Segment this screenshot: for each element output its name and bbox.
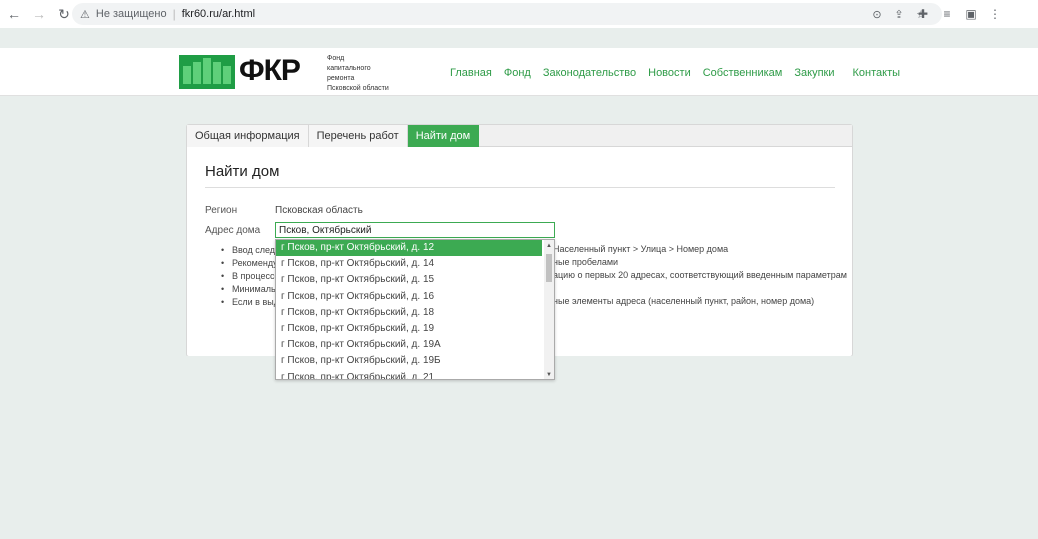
security-label[interactable]: Не защищено	[96, 8, 167, 20]
hint-tail: ацию о первых 20 адресах, соответствующи…	[553, 270, 847, 280]
dropdown-scrollbar[interactable]: ▲ ▼	[544, 240, 554, 379]
site-header: ФКР Фонд капитального ремонта Псковской …	[0, 48, 1038, 96]
install-icon[interactable]: ⊙	[868, 6, 886, 22]
scrollbar-thumb[interactable]	[546, 254, 552, 282]
main-nav: Главная Фонд Законодательство Новости Со…	[450, 67, 900, 79]
scroll-up-icon[interactable]: ▲	[546, 243, 552, 249]
logo-text[interactable]: ФКР	[239, 54, 301, 88]
region-value: Псковская область	[275, 205, 363, 216]
region-label: Регион	[205, 205, 238, 216]
nav-link-owners[interactable]: Собственникам	[703, 67, 783, 79]
page-background	[180, 356, 860, 539]
scroll-down-icon[interactable]: ▼	[546, 372, 552, 378]
autocomplete-option[interactable]: г Псков, пр-кт Октябрьский, д. 19	[276, 321, 554, 337]
url-separator: |	[172, 7, 176, 21]
warning-icon[interactable]: ⚠	[80, 8, 90, 21]
autocomplete-option[interactable]: г Псков, пр-кт Октябрьский, д. 12	[276, 240, 542, 257]
address-input[interactable]	[275, 222, 555, 238]
address-bar[interactable]: ⚠ Не защищено | fkr60.ru/ar.html ⊙ ⇪ ☆	[72, 3, 942, 25]
browser-toolbar: ← → ↻ ⚠ Не защищено | fkr60.ru/ar.html ⊙…	[0, 0, 1038, 28]
tab-general-info[interactable]: Общая информация	[187, 125, 309, 147]
back-arrow-icon[interactable]: ←	[3, 3, 25, 25]
autocomplete-option[interactable]: г Псков, пр-кт Октябрьский, д. 15	[276, 272, 554, 288]
extension-icons: ✚ ≡ ▣ ⋮	[914, 5, 1004, 23]
nav-link-procurement[interactable]: Закупки	[794, 67, 834, 79]
logo-building-icon[interactable]	[179, 55, 235, 89]
nav-link-news[interactable]: Новости	[648, 67, 691, 79]
tab-find-house[interactable]: Найти дом	[407, 125, 480, 147]
side-panel-icon[interactable]: ▣	[962, 5, 980, 23]
share-icon[interactable]: ⇪	[890, 6, 908, 22]
logo-sub-line: Псковской области	[327, 85, 389, 92]
tab-bar: Общая информация Перечень работ Найти до…	[187, 125, 852, 147]
menu-dots-icon[interactable]: ⋮	[986, 5, 1004, 23]
autocomplete-option[interactable]: г Псков, пр-кт Октябрьский, д. 16	[276, 289, 554, 305]
nav-link-fund[interactable]: Фонд	[504, 67, 531, 79]
autocomplete-option[interactable]: г Псков, пр-кт Октябрьский, д. 19А	[276, 337, 554, 353]
logo-subtitle: Фонд капитального ремонта Псковской обла…	[327, 54, 407, 94]
logo-sub-line: Фонд	[327, 55, 345, 62]
page-title: Найти дом	[205, 163, 280, 180]
forward-arrow-icon[interactable]: →	[28, 3, 50, 25]
tab-works-list[interactable]: Перечень работ	[308, 125, 408, 147]
autocomplete-option[interactable]: г Псков, пр-кт Октябрьский, д. 18	[276, 305, 554, 321]
address-autocomplete-dropdown[interactable]: г Псков, пр-кт Октябрьский, д. 12 г Пско…	[275, 239, 555, 380]
url-text[interactable]: fkr60.ru/ar.html	[182, 8, 255, 20]
hint-tail: ные пробелами	[553, 257, 619, 267]
nav-link-legislation[interactable]: Законодательство	[543, 67, 636, 79]
autocomplete-option[interactable]: г Псков, пр-кт Октябрьский, д. 19Б	[276, 353, 554, 369]
hint-tail: ные элементы адреса (населенный пункт, р…	[553, 296, 815, 306]
nav-link-contacts[interactable]: Контакты	[853, 67, 901, 79]
logo-sub-line: ремонта	[327, 75, 355, 82]
title-divider	[205, 187, 835, 188]
address-label: Адрес дома	[205, 225, 261, 236]
hint-tail: Населенный пункт > Улица > Номер дома	[553, 244, 729, 254]
reading-list-icon[interactable]: ≡	[938, 5, 956, 23]
logo-sub-line: капитального	[327, 65, 371, 72]
nav-link-home[interactable]: Главная	[450, 67, 492, 79]
extensions-puzzle-icon[interactable]: ✚	[914, 5, 932, 23]
autocomplete-option[interactable]: г Псков, пр-кт Октябрьский, д. 14	[276, 256, 554, 272]
autocomplete-option[interactable]: г Псков, пр-кт Октябрьский, д. 21	[276, 370, 554, 380]
